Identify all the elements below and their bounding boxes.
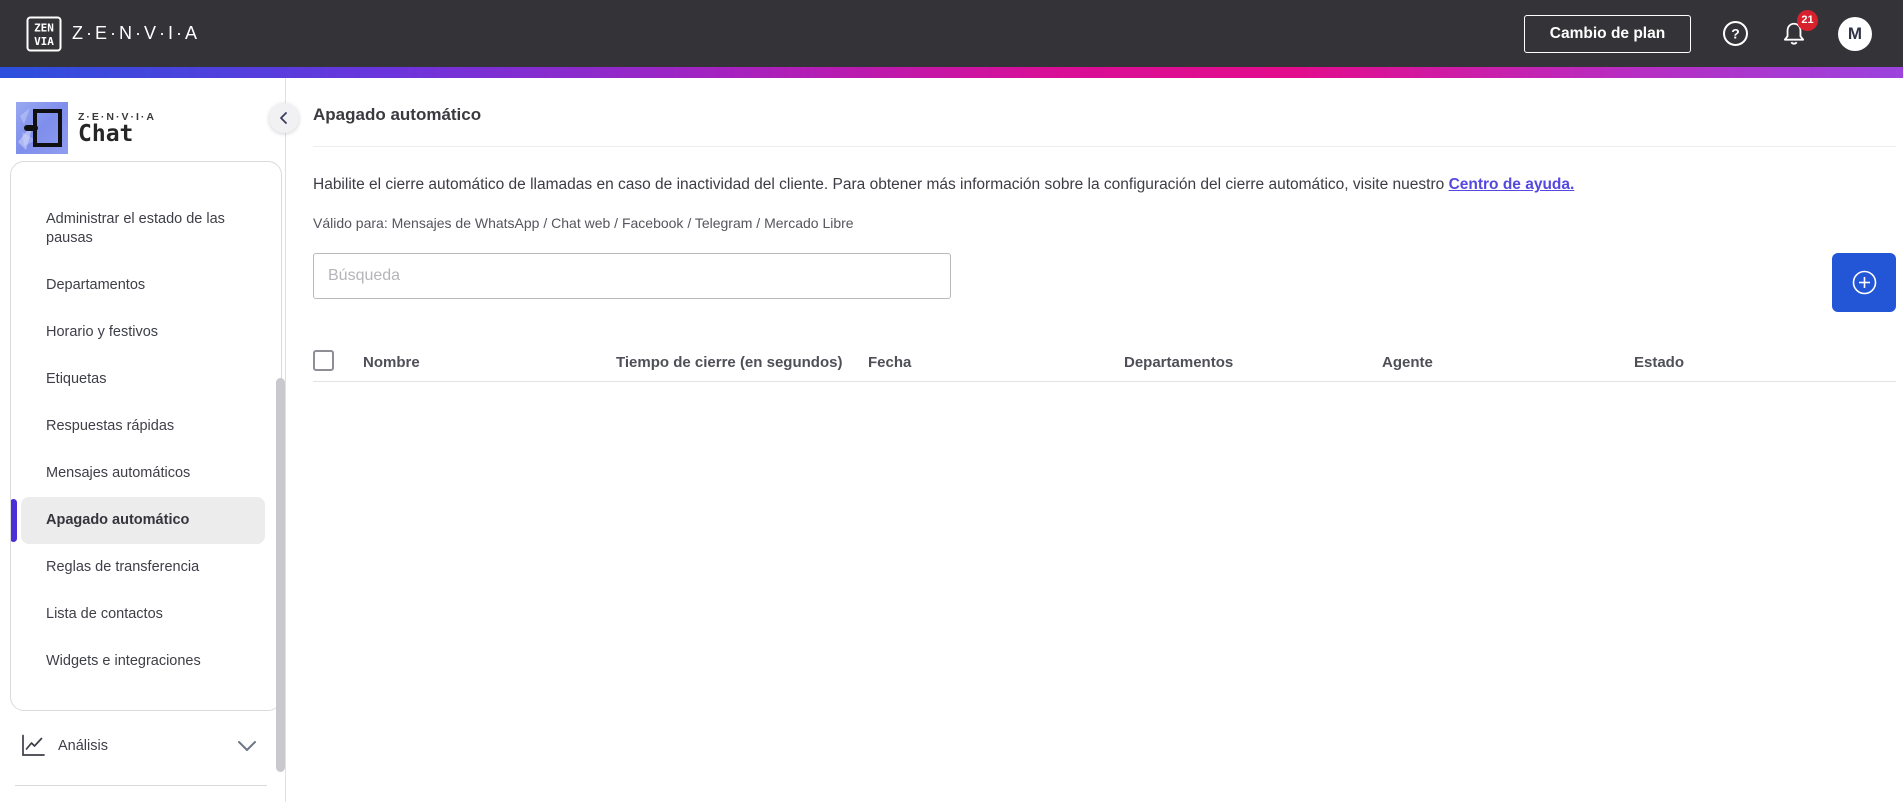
help-center-link[interactable]: Centro de ayuda. bbox=[1449, 176, 1575, 193]
sidebar-item-respuestas-rapidas[interactable]: Respuestas rápidas bbox=[11, 403, 281, 450]
chat-logo-icon bbox=[16, 102, 68, 154]
sidebar-divider bbox=[15, 785, 267, 786]
plus-circle-icon bbox=[1852, 270, 1876, 295]
topbar: ZEN VIA Z·E·N·V·I·A Cambio de plan ? 21 … bbox=[0, 0, 1903, 67]
sidebar-item-analisis[interactable]: Análisis bbox=[20, 732, 257, 760]
help-icon[interactable]: ? bbox=[1722, 20, 1749, 47]
sidebar-item-apagado-automatico[interactable]: Apagado automático bbox=[11, 497, 265, 544]
zenvia-logo-icon: ZEN VIA bbox=[26, 16, 62, 51]
zenvia-chat-logo: Z·E·N·V·I·A Chat bbox=[16, 102, 156, 154]
brand-name: Z·E·N·V·I·A bbox=[72, 23, 200, 43]
main-content: Apagado automático Habilite el cierre au… bbox=[286, 78, 1903, 802]
sidebar-item-reglas-transferencia[interactable]: Reglas de transferencia bbox=[11, 544, 281, 591]
line-chart-icon bbox=[22, 734, 45, 756]
page-header: Apagado automático bbox=[313, 78, 1896, 147]
column-header-estado: Estado bbox=[1634, 353, 1685, 371]
sidebar-item-lista-contactos[interactable]: Lista de contactos bbox=[11, 591, 281, 638]
select-all-checkbox[interactable] bbox=[313, 349, 334, 371]
sidebar-product-name: Chat bbox=[78, 121, 134, 147]
chevron-down-icon bbox=[237, 740, 257, 752]
table-header: Nombre Tiempo de cierre (en segundos) Fe… bbox=[313, 343, 1896, 382]
notifications-bell-icon[interactable]: 21 bbox=[1780, 9, 1818, 49]
search-row bbox=[313, 253, 1896, 315]
sidebar-item-administrar-pausas[interactable]: Administrar el estado de las pausas bbox=[11, 196, 281, 262]
column-header-agente: Agente bbox=[1382, 353, 1433, 371]
active-item-indicator bbox=[11, 499, 17, 542]
brand-gradient-bar bbox=[0, 67, 1903, 78]
page-title: Apagado automático bbox=[313, 105, 482, 124]
description-text: Habilite el cierre automático de llamada… bbox=[313, 175, 1896, 195]
column-header-tiempo-cierre: Tiempo de cierre (en segundos) bbox=[616, 353, 843, 371]
zenvia-logo: ZEN VIA Z·E·N·V·I·A bbox=[26, 16, 200, 52]
sidebar-scrollbar-thumb[interactable] bbox=[276, 378, 285, 772]
column-header-departamentos: Departamentos bbox=[1124, 353, 1234, 371]
select-all-cell bbox=[313, 349, 363, 375]
column-header-fecha: Fecha bbox=[868, 353, 912, 371]
user-avatar[interactable]: M bbox=[1838, 16, 1872, 51]
chevron-left-icon bbox=[280, 112, 287, 124]
analysis-label: Análisis bbox=[58, 738, 108, 754]
valid-for-text: Válido para: Mensajes de WhatsApp / Chat… bbox=[313, 215, 854, 231]
sidebar-item-departamentos[interactable]: Departamentos bbox=[11, 262, 281, 309]
change-plan-button[interactable]: Cambio de plan bbox=[1524, 14, 1691, 53]
sidebar-collapse-button[interactable] bbox=[269, 103, 299, 133]
svg-text:?: ? bbox=[1731, 26, 1740, 42]
search-input[interactable] bbox=[313, 253, 951, 299]
sidebar-item-etiquetas[interactable]: Etiquetas bbox=[11, 356, 281, 403]
sidebar-item-mensajes-automaticos[interactable]: Mensajes automáticos bbox=[11, 450, 281, 497]
sidebar-item-widgets-integraciones[interactable]: Widgets e integraciones bbox=[11, 638, 281, 685]
add-rule-button[interactable] bbox=[1832, 253, 1896, 312]
svg-text:ZEN: ZEN bbox=[34, 21, 54, 34]
sidebar: Z·E·N·V·I·A Chat Administrar el estado d… bbox=[0, 78, 299, 802]
sidebar-item-label: Apagado automático bbox=[46, 512, 190, 528]
settings-menu: Administrar el estado de las pausas Depa… bbox=[10, 161, 282, 711]
column-header-nombre: Nombre bbox=[363, 353, 420, 371]
notification-count-badge: 21 bbox=[1797, 9, 1818, 31]
svg-text:VIA: VIA bbox=[34, 35, 54, 48]
table-body-empty bbox=[313, 382, 1896, 682]
description-body: Habilite el cierre automático de llamada… bbox=[313, 176, 1445, 193]
sidebar-item-horario-festivos[interactable]: Horario y festivos bbox=[11, 309, 281, 356]
